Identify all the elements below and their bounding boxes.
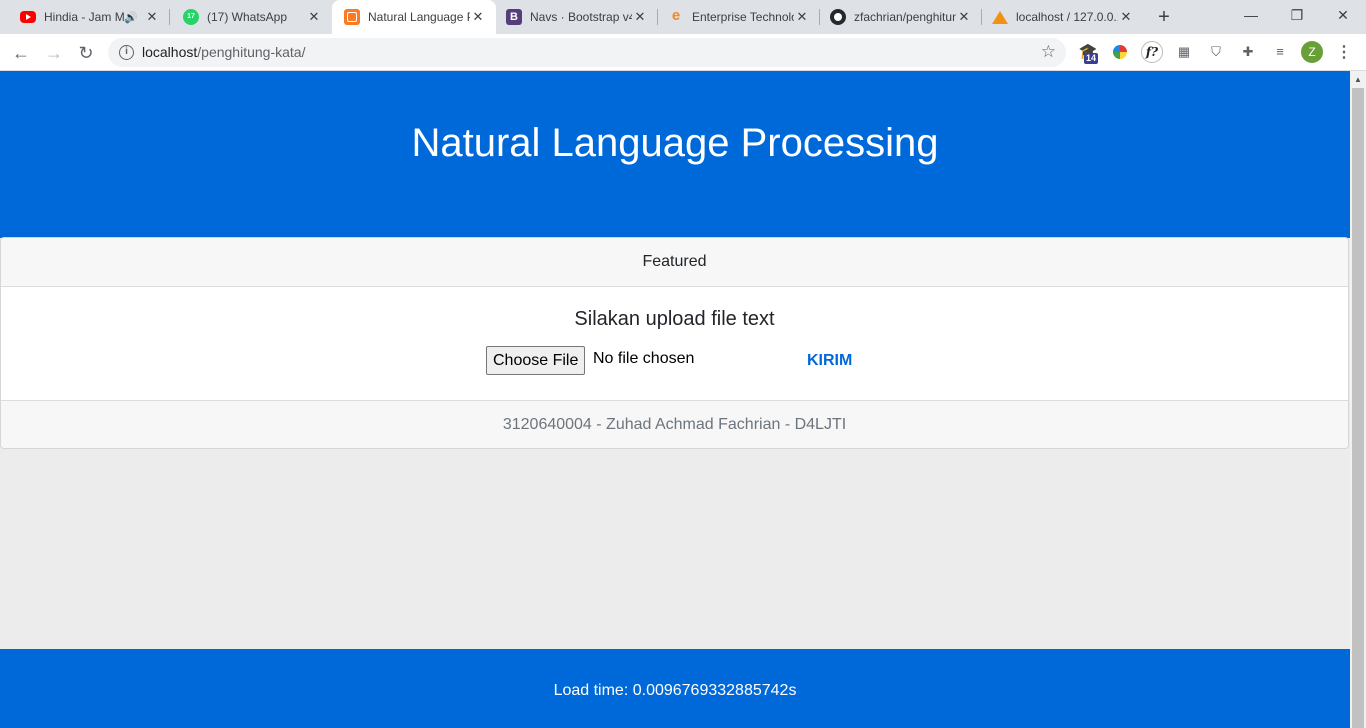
phpmyadmin-icon xyxy=(992,10,1008,24)
formula-icon[interactable]: f? xyxy=(1141,41,1163,63)
page-title: Natural Language Processing xyxy=(411,121,939,165)
close-icon[interactable]: ✕ xyxy=(470,9,486,25)
upload-card: Featured Silakan upload file text Choose… xyxy=(0,237,1349,449)
close-icon[interactable]: ✕ xyxy=(144,9,160,25)
url-path: /penghitung-kata/ xyxy=(197,44,306,60)
xampp-icon xyxy=(344,9,360,25)
close-icon[interactable]: ✕ xyxy=(632,9,648,25)
kebab-menu-icon[interactable]: ⋮ xyxy=(1336,42,1352,62)
tab-github-repo[interactable]: zfachrian/penghitung-kata ✕ xyxy=(820,0,982,34)
back-button[interactable]: ← xyxy=(7,39,35,67)
avatar[interactable]: Z xyxy=(1301,41,1323,63)
page-footer: Load time: 0.0096769332885742s xyxy=(0,649,1350,728)
close-icon[interactable]: ✕ xyxy=(306,9,322,25)
tab-bootstrap-navs[interactable]: B Navs · Bootstrap v4.5 ✕ xyxy=(496,0,658,34)
bootstrap-icon: B xyxy=(506,9,522,25)
card-body: Silakan upload file text Choose File No … xyxy=(1,287,1348,400)
scrollbar-thumb[interactable] xyxy=(1352,88,1364,728)
close-window-button[interactable]: ✕ xyxy=(1320,0,1366,30)
card-header: Featured xyxy=(1,238,1348,287)
media-playlist-icon[interactable]: ≡ xyxy=(1270,42,1290,62)
new-tab-button[interactable]: + xyxy=(1152,7,1176,27)
minimize-button[interactable]: — xyxy=(1228,0,1274,30)
extension-badge: 14 xyxy=(1084,53,1099,64)
card-footer: 3120640004 - Zuhad Achmad Fachrian - D4L… xyxy=(1,400,1348,448)
tab-phpmyadmin[interactable]: localhost / 127.0.0.1 ✕ xyxy=(982,0,1144,34)
restore-button[interactable]: ❐ xyxy=(1274,0,1320,30)
tab-title: (17) WhatsApp xyxy=(207,10,288,24)
card-title: Silakan upload file text xyxy=(574,308,775,330)
vertical-scrollbar[interactable]: ▲ xyxy=(1350,71,1366,728)
github-icon xyxy=(830,9,846,25)
submit-button[interactable]: KIRIM xyxy=(793,348,866,374)
speaker-icon[interactable]: 🔊 xyxy=(124,11,138,24)
shield-icon[interactable]: ⛉ xyxy=(1206,42,1226,62)
url-text[interactable]: localhost/penghitung-kata/ xyxy=(142,44,305,60)
reload-button[interactable]: ↻ xyxy=(72,39,100,67)
youtube-icon xyxy=(20,11,36,23)
whatsapp-icon: 17 xyxy=(183,9,199,25)
tab-title: zfachrian/penghitung-kata xyxy=(854,10,956,24)
load-time-text: Load time: 0.0096769332885742s xyxy=(553,682,797,699)
close-icon[interactable]: ✕ xyxy=(1118,9,1134,25)
choose-file-button[interactable]: Choose File xyxy=(486,346,586,375)
url-host: localhost xyxy=(142,44,198,60)
scroll-up-arrow-icon[interactable]: ▲ xyxy=(1350,71,1366,88)
tab-whatsapp[interactable]: 17 (17) WhatsApp ✕ xyxy=(170,0,332,34)
tab-title: Hindia - Jam Malam xyxy=(44,10,125,24)
page-viewport: Natural Language Processing Featured Sil… xyxy=(0,71,1350,728)
bookmark-star-icon[interactable]: ☆ xyxy=(1041,42,1056,62)
color-picker-icon[interactable] xyxy=(1113,45,1127,59)
tab-enterprise-technology[interactable]: e Enterprise Technology ✕ xyxy=(658,0,820,34)
forward-button[interactable]: → xyxy=(40,39,68,67)
file-status-text: No file chosen xyxy=(593,350,695,367)
qr-code-icon[interactable]: ▦ xyxy=(1174,42,1194,62)
browser-tab-strip: Hindia - Jam Malam 🔊 ✕ 17 (17) WhatsApp … xyxy=(0,0,1366,34)
tab-title: localhost / 127.0.0.1 xyxy=(1016,10,1118,24)
tab-natural-language-processing[interactable]: Natural Language Processing ✕ xyxy=(332,0,496,34)
puzzle-icon[interactable]: ✚ xyxy=(1238,42,1258,62)
tab-youtube[interactable]: Hindia - Jam Malam 🔊 ✕ xyxy=(0,0,170,34)
hero-banner: Natural Language Processing xyxy=(0,71,1350,238)
info-icon[interactable]: i xyxy=(119,45,134,60)
tab-title: Enterprise Technology xyxy=(692,10,794,24)
close-icon[interactable]: ✕ xyxy=(794,9,810,25)
address-bar[interactable]: i localhost/penghitung-kata/ ☆ xyxy=(108,38,1066,67)
browser-toolbar: ← → ↻ i localhost/penghitung-kata/ ☆ 🎓 f… xyxy=(0,34,1366,71)
close-icon[interactable]: ✕ xyxy=(956,9,972,25)
tab-title: Natural Language Processing xyxy=(368,10,470,24)
enterprise-icon: e xyxy=(671,7,681,24)
tab-title: Navs · Bootstrap v4.5 xyxy=(530,10,632,24)
